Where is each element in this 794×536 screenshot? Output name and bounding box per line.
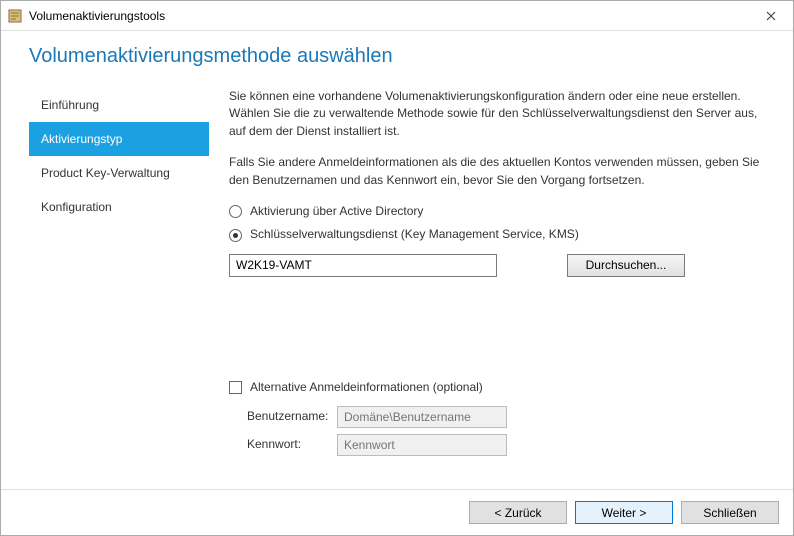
intro-paragraph-2: Falls Sie andere Anmeldeinformationen al… (229, 154, 763, 189)
server-name-input[interactable] (229, 254, 497, 277)
sidebar-item-aktivierungstyp[interactable]: Aktivierungstyp (29, 122, 209, 156)
password-label: Kennwort: (247, 436, 337, 453)
app-icon (7, 8, 23, 24)
alt-credentials-checkbox-row[interactable]: Alternative Anmeldeinformationen (option… (229, 379, 763, 396)
next-button[interactable]: Weiter > (575, 501, 673, 524)
radio-kms[interactable] (229, 229, 242, 242)
sidebar: Einführung Aktivierungstyp Product Key-V… (29, 86, 209, 489)
back-button[interactable]: < Zurück (469, 501, 567, 524)
body-area: Einführung Aktivierungstyp Product Key-V… (29, 86, 773, 489)
radio-kms-label: Schlüsselverwaltungsdienst (Key Manageme… (250, 226, 579, 243)
main-panel: Sie können eine vorhandene Volumenaktivi… (209, 86, 773, 489)
content-area: Volumenaktivierungsmethode auswählen Ein… (1, 31, 793, 489)
window-title: Volumenaktivierungstools (29, 9, 748, 23)
radio-ad-label: Aktivierung über Active Directory (250, 203, 423, 220)
server-row: Durchsuchen... (229, 254, 763, 277)
sidebar-item-productkey[interactable]: Product Key-Verwaltung (29, 156, 209, 190)
radio-row-kms[interactable]: Schlüsselverwaltungsdienst (Key Manageme… (229, 226, 763, 243)
password-field (337, 434, 507, 456)
footer: < Zurück Weiter > Schließen (1, 489, 793, 535)
window-close-button[interactable] (748, 1, 793, 30)
username-row: Benutzername: (247, 406, 763, 428)
alt-credentials-section: Alternative Anmeldeinformationen (option… (229, 379, 763, 456)
username-field (337, 406, 507, 428)
sidebar-item-konfiguration[interactable]: Konfiguration (29, 190, 209, 224)
sidebar-item-einfuehrung[interactable]: Einführung (29, 88, 209, 122)
radio-ad[interactable] (229, 205, 242, 218)
username-label: Benutzername: (247, 408, 337, 425)
close-button[interactable]: Schließen (681, 501, 779, 524)
alt-credentials-label: Alternative Anmeldeinformationen (option… (250, 379, 483, 396)
page-title: Volumenaktivierungsmethode auswählen (29, 45, 773, 68)
window-frame: Volumenaktivierungstools Volumenaktivier… (0, 0, 794, 536)
intro-paragraph-1: Sie können eine vorhandene Volumenaktivi… (229, 88, 763, 140)
alt-credentials-checkbox[interactable] (229, 381, 242, 394)
password-row: Kennwort: (247, 434, 763, 456)
radio-row-ad[interactable]: Aktivierung über Active Directory (229, 203, 763, 220)
titlebar: Volumenaktivierungstools (1, 1, 793, 31)
browse-button[interactable]: Durchsuchen... (567, 254, 685, 277)
